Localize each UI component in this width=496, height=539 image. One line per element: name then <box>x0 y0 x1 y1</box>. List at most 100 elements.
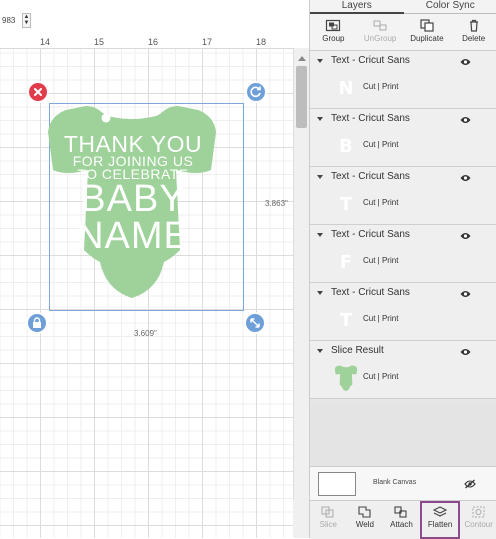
layer-operations[interactable]: Cut | Print <box>363 198 398 207</box>
chevron-down-icon[interactable] <box>317 349 323 353</box>
layer-operations[interactable]: Cut | Print <box>363 372 398 381</box>
layer-name: Text - Cricut Sans <box>331 113 410 124</box>
panel-tabs: Layers Color Sync <box>310 0 496 14</box>
layer-operations[interactable]: Cut | Print <box>363 314 398 323</box>
layers-panel: Layers Color Sync Group UnGroup Duplicat… <box>309 0 496 538</box>
tab-layers[interactable]: Layers <box>310 0 404 14</box>
layer-name: Slice Result <box>331 345 384 356</box>
ruler-tick: 14 <box>40 37 50 47</box>
layer-list-empty-space <box>310 403 496 466</box>
flatten-button[interactable]: Flatten <box>420 501 461 539</box>
chevron-down-icon[interactable] <box>317 59 323 63</box>
layer-thumbnail: F <box>337 253 355 273</box>
size-stepper[interactable]: ▲▼ <box>22 13 31 28</box>
layer-list: Text - Cricut Sans N Cut | Print Text - … <box>310 51 496 399</box>
flatten-label: Flatten <box>428 520 452 529</box>
eye-icon[interactable] <box>460 116 471 124</box>
chevron-down-icon[interactable] <box>317 233 323 237</box>
group-icon <box>325 19 341 32</box>
resize-arrows-icon <box>246 314 264 332</box>
design-line-baby: BABY <box>58 181 208 218</box>
layer-item[interactable]: Text - Cricut Sans B Cut | Print <box>310 109 496 167</box>
lock-icon <box>28 314 46 332</box>
attach-label: Attach <box>390 520 413 529</box>
chevron-down-icon[interactable] <box>317 175 323 179</box>
chevron-down-icon[interactable] <box>317 291 323 295</box>
group-button[interactable]: Group <box>310 14 357 50</box>
layer-operations[interactable]: Cut | Print <box>363 140 398 149</box>
scale-handle[interactable] <box>244 312 266 334</box>
eye-icon[interactable] <box>460 290 471 298</box>
contour-icon <box>472 506 486 518</box>
layer-name: Text - Cricut Sans <box>331 171 410 182</box>
layer-operations[interactable]: Cut | Print <box>363 256 398 265</box>
delete-button[interactable]: Delete <box>450 14 496 50</box>
onesie-thumbnail <box>334 365 358 391</box>
ruler-tick: 18 <box>256 37 266 47</box>
layer-name: Text - Cricut Sans <box>331 287 410 298</box>
layer-item[interactable]: Text - Cricut Sans N Cut | Print <box>310 51 496 109</box>
layer-item[interactable]: Slice Result Cut | Print <box>310 341 496 399</box>
rotate-handle[interactable] <box>245 81 267 103</box>
contour-label: Contour <box>464 520 492 529</box>
rotate-icon <box>247 83 265 101</box>
eye-icon[interactable] <box>460 174 471 182</box>
slice-button[interactable]: Slice <box>310 501 347 539</box>
eye-icon[interactable] <box>460 58 471 66</box>
horizontal-ruler: 14 15 16 17 18 <box>0 36 293 49</box>
flatten-icon <box>433 506 447 518</box>
width-dimension: 3.609" <box>134 329 157 338</box>
slice-icon <box>321 506 335 518</box>
layer-thumbnail: N <box>337 79 355 99</box>
layer-thumbnail: B <box>337 137 355 157</box>
layer-item[interactable]: Text - Cricut Sans F Cut | Print <box>310 225 496 283</box>
canvas-vertical-scrollbar[interactable] <box>293 48 310 538</box>
size-input[interactable]: 983 <box>0 14 24 28</box>
layer-name: Text - Cricut Sans <box>331 55 410 66</box>
ruler-tick: 16 <box>148 37 158 47</box>
design-line-thank-you: THANK YOU <box>58 133 208 155</box>
scrollbar-thumb[interactable] <box>296 66 307 128</box>
attach-icon <box>394 506 408 518</box>
eye-hidden-icon[interactable] <box>464 479 476 489</box>
weld-label: Weld <box>356 520 374 529</box>
bottom-toolbar: Slice Weld Attach Flatten <box>310 500 496 539</box>
slice-label: Slice <box>320 520 337 529</box>
ungroup-icon <box>372 19 388 32</box>
layer-thumbnail: T <box>337 195 355 215</box>
contour-button[interactable]: Contour <box>460 501 496 539</box>
eye-icon[interactable] <box>460 232 471 240</box>
blank-canvas-row[interactable]: Blank Canvas <box>310 466 496 501</box>
ruler-tick: 15 <box>94 37 104 47</box>
duplicate-label: Duplicate <box>410 34 443 43</box>
canvas-top-strip: 983 ▲▼ <box>0 0 293 36</box>
design-canvas[interactable]: 983 ▲▼ 14 15 16 17 18 THANK YOU FOR JOIN… <box>0 0 293 538</box>
blank-canvas-swatch[interactable] <box>318 472 356 496</box>
tab-color-sync[interactable]: Color Sync <box>404 0 496 14</box>
duplicate-button[interactable]: Duplicate <box>404 14 451 50</box>
attach-button[interactable]: Attach <box>383 501 420 539</box>
scroll-corner <box>293 500 309 538</box>
blank-canvas-label: Blank Canvas <box>373 479 416 486</box>
trash-icon <box>466 19 482 32</box>
scroll-up-arrow-icon[interactable] <box>298 56 306 61</box>
close-icon <box>29 83 47 101</box>
ungroup-button[interactable]: UnGroup <box>357 14 404 50</box>
design-line-name: NAME <box>58 218 208 255</box>
delete-handle[interactable] <box>27 81 49 103</box>
ruler-tick: 17 <box>202 37 212 47</box>
weld-icon <box>358 506 372 518</box>
layer-thumbnail: T <box>337 311 355 331</box>
layer-toolbar: Group UnGroup Duplicate Delete <box>310 14 496 51</box>
layer-item[interactable]: Text - Cricut Sans T Cut | Print <box>310 167 496 225</box>
ungroup-label: UnGroup <box>364 34 396 43</box>
weld-button[interactable]: Weld <box>347 501 384 539</box>
group-label: Group <box>322 34 344 43</box>
layer-item[interactable]: Text - Cricut Sans T Cut | Print <box>310 283 496 341</box>
layer-operations[interactable]: Cut | Print <box>363 82 398 91</box>
eye-icon[interactable] <box>460 348 471 356</box>
delete-label: Delete <box>462 34 485 43</box>
design-text: THANK YOU FOR JOINING US TO CELEBRATE BA… <box>58 133 208 255</box>
lock-proportions-handle[interactable] <box>26 312 48 334</box>
chevron-down-icon[interactable] <box>317 117 323 121</box>
